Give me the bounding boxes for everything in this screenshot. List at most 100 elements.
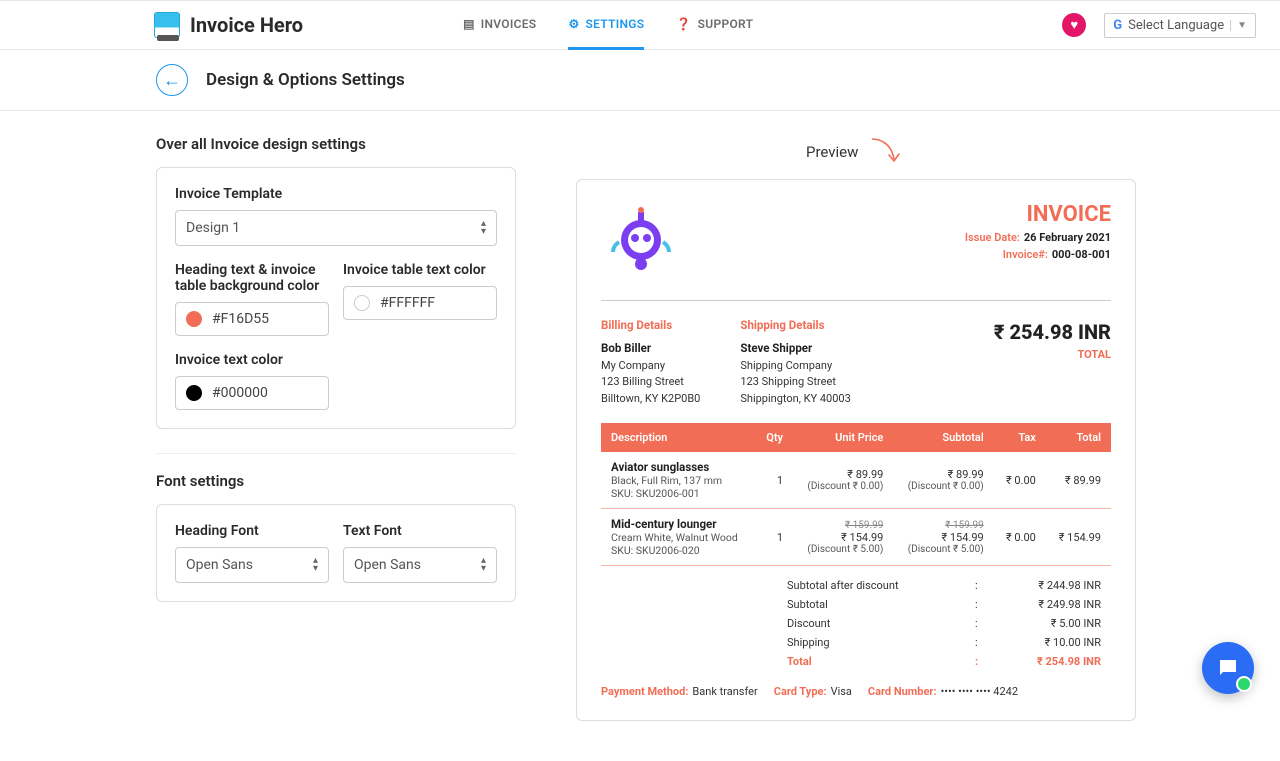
shipping-heading: Shipping Details [740, 317, 850, 334]
invoice-preview: INVOICE Issue Date: 26 February 2021 Invo… [576, 179, 1136, 721]
sum-shipping-value: ₹ 10.00 INR [991, 636, 1101, 649]
billing-block: Billing Details Bob Biller My Company 12… [601, 317, 700, 407]
page-title: Design & Options Settings [206, 70, 405, 90]
table-row: Mid-century loungerCream White, Walnut W… [601, 509, 1111, 566]
col-description: Description [601, 423, 755, 452]
invoice-title: INVOICE [965, 202, 1111, 227]
text-font-value: Open Sans [354, 557, 421, 573]
sum-total-label: Total [787, 655, 967, 668]
favorite-icon[interactable]: ♥ [1062, 13, 1086, 37]
font-card: Heading Font Open Sans ▴▾ Text Font Open… [156, 504, 516, 602]
divider [156, 453, 516, 454]
chat-icon [1216, 656, 1240, 680]
heading-color-swatch [186, 311, 202, 327]
language-selector[interactable]: G Select Language ▼ [1104, 13, 1256, 38]
billing-company: My Company [601, 359, 665, 372]
billing-heading: Billing Details [601, 317, 700, 334]
top-nav: Invoice Hero ▤ INVOICES ⚙ SETTINGS ❓ SUP… [0, 0, 1280, 50]
preview-logo-icon [601, 202, 681, 282]
template-select[interactable]: Design 1 ▴▾ [175, 210, 497, 246]
pay-cardnum-label: Card Number: [868, 685, 937, 698]
select-caret-icon: ▴▾ [481, 220, 486, 236]
help-icon: ❓ [676, 17, 691, 31]
col-unit: Unit Price [793, 423, 893, 452]
text-color-value: #000000 [212, 385, 268, 401]
payment-info: Payment Method: Bank transfer Card Type: V… [601, 685, 1111, 698]
font-section-title: Font settings [156, 472, 516, 490]
back-button[interactable]: ← [156, 64, 188, 96]
text-color-label: Invoice text color [175, 352, 329, 368]
template-value: Design 1 [186, 220, 240, 236]
heading-font-select[interactable]: Open Sans ▴▾ [175, 547, 329, 583]
chevron-down-icon: ▼ [1230, 20, 1247, 31]
heading-color-value: #F16D55 [212, 311, 269, 327]
text-font-select[interactable]: Open Sans ▴▾ [343, 547, 497, 583]
issue-date-label: Issue Date: [965, 231, 1020, 244]
sum-discount-value: ₹ 5.00 INR [991, 617, 1101, 630]
heading-color-input[interactable]: #F16D55 [175, 302, 329, 336]
nav-settings[interactable]: ⚙ SETTINGS [568, 0, 644, 50]
pay-method-value: Bank transfer [692, 685, 757, 698]
grand-total-value: ₹ 254.98 INR [994, 317, 1111, 347]
nav-support-label: SUPPORT [698, 17, 754, 31]
pay-cardtype-label: Card Type: [774, 685, 827, 698]
sum-discount-label: Discount [787, 617, 967, 630]
tabletext-color-input[interactable]: #FFFFFF [343, 286, 497, 320]
grand-total-block: ₹ 254.98 INR TOTAL [994, 317, 1111, 407]
design-section-title: Over all Invoice design settings [156, 135, 516, 153]
brand: Invoice Hero [154, 12, 303, 38]
sub-header: ← Design & Options Settings [0, 50, 1280, 111]
heading-font-label: Heading Font [175, 523, 329, 539]
invoice-items-table: Description Qty Unit Price Subtotal Tax … [601, 423, 1111, 566]
sum-afterdisc-value: ₹ 244.98 INR [991, 579, 1101, 592]
template-label: Invoice Template [175, 186, 497, 202]
sum-subtotal-value: ₹ 249.98 INR [991, 598, 1101, 611]
sum-shipping-label: Shipping [787, 636, 967, 649]
heading-font-value: Open Sans [186, 557, 253, 573]
brand-logo-icon [154, 12, 180, 38]
settings-panel: Over all Invoice design settings Invoice… [156, 135, 516, 721]
text-color-input[interactable]: #000000 [175, 376, 329, 410]
col-subtotal: Subtotal [893, 423, 993, 452]
shipping-street: 123 Shipping Street [740, 375, 836, 388]
select-caret-icon: ▴▾ [481, 557, 486, 573]
issue-date-value: 26 February 2021 [1024, 231, 1111, 244]
shipping-block: Shipping Details Steve Shipper Shipping … [740, 317, 850, 407]
shipping-company: Shipping Company [740, 359, 832, 372]
text-color-swatch [186, 385, 202, 401]
invoice-no-value: 000-08-001 [1052, 248, 1111, 261]
invoices-icon: ▤ [463, 17, 475, 31]
chat-button[interactable] [1202, 642, 1254, 694]
sum-afterdisc-label: Subtotal after discount [787, 579, 967, 592]
nav-support[interactable]: ❓ SUPPORT [676, 0, 753, 50]
pay-method-label: Payment Method: [601, 685, 688, 698]
invoice-no-label: Invoice#: [1003, 248, 1048, 261]
nav-invoices[interactable]: ▤ INVOICES [463, 0, 536, 50]
nav-settings-label: SETTINGS [586, 17, 645, 31]
shipping-city: Shippington, KY 40003 [740, 392, 850, 405]
nav-invoices-label: INVOICES [481, 17, 537, 31]
billing-city: Billtown, KY K2P0B0 [601, 392, 700, 405]
table-row: Aviator sunglassesBlack, Full Rim, 137 m… [601, 452, 1111, 509]
sum-total-value: ₹ 254.98 INR [991, 655, 1101, 668]
col-qty: Qty [755, 423, 793, 452]
curved-arrow-icon [868, 135, 902, 169]
language-label: Select Language [1128, 18, 1224, 33]
shipping-name: Steve Shipper [740, 341, 812, 355]
tabletext-color-swatch [354, 295, 370, 311]
pay-cardtype-value: Visa [831, 685, 852, 698]
text-font-label: Text Font [343, 523, 497, 539]
sum-subtotal-label: Subtotal [787, 598, 967, 611]
billing-name: Bob Biller [601, 341, 651, 355]
brand-name: Invoice Hero [190, 13, 303, 37]
preview-label: Preview [806, 143, 858, 161]
heading-color-label: Heading text & invoice table background … [175, 262, 329, 294]
preview-heading: Preview [806, 135, 1136, 169]
billing-street: 123 Billing Street [601, 375, 684, 388]
preview-divider [601, 300, 1111, 301]
preview-panel: Preview INVOICE Issue Date: 26 February 2… [576, 135, 1136, 721]
col-tax: Tax [994, 423, 1046, 452]
tabletext-color-value: #FFFFFF [380, 295, 435, 311]
design-card: Invoice Template Design 1 ▴▾ Heading tex… [156, 167, 516, 429]
grand-total-label: TOTAL [994, 347, 1111, 364]
